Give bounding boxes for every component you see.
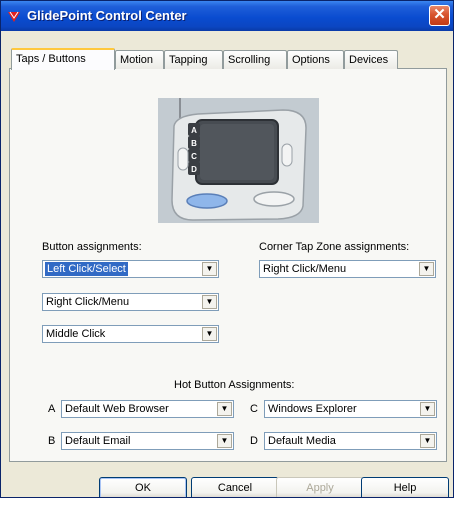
tab-label: Options [292,54,330,66]
corner-tap-label: Corner Tap Zone assignments: [259,241,410,253]
button-assignments-label: Button assignments: [42,241,142,253]
pad-letter-a: A [191,126,197,135]
bottom-margin [0,498,454,508]
select-value: Default Email [65,435,131,447]
hot-key-d-label: D [250,435,258,447]
tab-motion[interactable]: Motion [115,50,164,69]
button-label: Help [393,482,417,494]
select-value: Windows Explorer [268,403,357,415]
pad-letter-c: C [191,152,197,161]
tab-scrolling[interactable]: Scrolling [223,50,287,69]
select-value: Default Web Browser [65,403,169,415]
hot-button-c-select[interactable]: Windows Explorer ▼ [264,400,437,418]
pad-letter-b: B [191,139,197,148]
chevron-down-icon[interactable]: ▼ [419,262,434,276]
select-value: Right Click/Menu [263,263,347,275]
corner-tap-select[interactable]: Right Click/Menu ▼ [259,260,436,278]
close-button[interactable]: ✕ [429,5,450,26]
glidepoint-logo-icon [8,11,20,22]
hot-button-a-select[interactable]: Default Web Browser ▼ [61,400,234,418]
select-value: Middle Click [46,328,106,340]
select-value: Right Click/Menu [46,296,130,308]
button-assignment-select-2[interactable]: Right Click/Menu ▼ [42,293,219,311]
hot-button-b-select[interactable]: Default Email ▼ [61,432,234,450]
tab-devices[interactable]: Devices [344,50,398,69]
chevron-down-icon[interactable]: ▼ [217,402,232,416]
tab-tapping[interactable]: Tapping [164,50,223,69]
tab-label: Scrolling [228,54,271,66]
cancel-button[interactable]: Cancel [191,477,279,497]
hot-key-a-label: A [48,403,56,415]
hot-button-d-select[interactable]: Default Media ▼ [264,432,437,450]
dialog-window: GlidePoint Control Center ✕ Taps / Butto… [0,0,454,498]
title-bar[interactable]: GlidePoint Control Center ✕ [1,1,453,31]
chevron-down-icon[interactable]: ▼ [420,402,435,416]
tab-taps-buttons[interactable]: Taps / Buttons [11,48,115,70]
hot-key-b-label: B [48,435,56,447]
chevron-down-icon[interactable]: ▼ [202,327,217,341]
select-value: Left Click/Select [45,262,128,276]
chevron-down-icon[interactable]: ▼ [202,262,217,276]
button-label: Cancel [217,482,253,494]
tab-label: Motion [120,54,154,66]
hot-button-label: Hot Button Assignments: [174,379,295,391]
tab-label: Tapping [169,54,208,66]
tab-options[interactable]: Options [287,50,344,69]
chevron-down-icon[interactable]: ▼ [420,434,435,448]
button-label: OK [135,482,151,494]
button-label: Apply [306,482,334,494]
chevron-down-icon[interactable]: ▼ [217,434,232,448]
ok-button[interactable]: OK [99,477,187,497]
chevron-down-icon[interactable]: ▼ [202,295,217,309]
tab-label: Taps / Buttons [16,53,86,65]
button-assignment-select-3[interactable]: Middle Click ▼ [42,325,219,343]
select-value: Default Media [268,435,336,447]
tab-label: Devices [349,54,389,66]
window-title: GlidePoint Control Center [27,8,187,23]
button-assignment-select-1[interactable]: Left Click/Select ▼ [42,260,219,278]
help-button[interactable]: Help [361,477,449,497]
hot-key-c-label: C [250,403,258,415]
touchpad-illustration: A B C D [158,98,319,223]
close-icon: ✕ [433,6,446,23]
pad-letter-d: D [191,165,197,174]
apply-button[interactable]: Apply [276,477,364,497]
